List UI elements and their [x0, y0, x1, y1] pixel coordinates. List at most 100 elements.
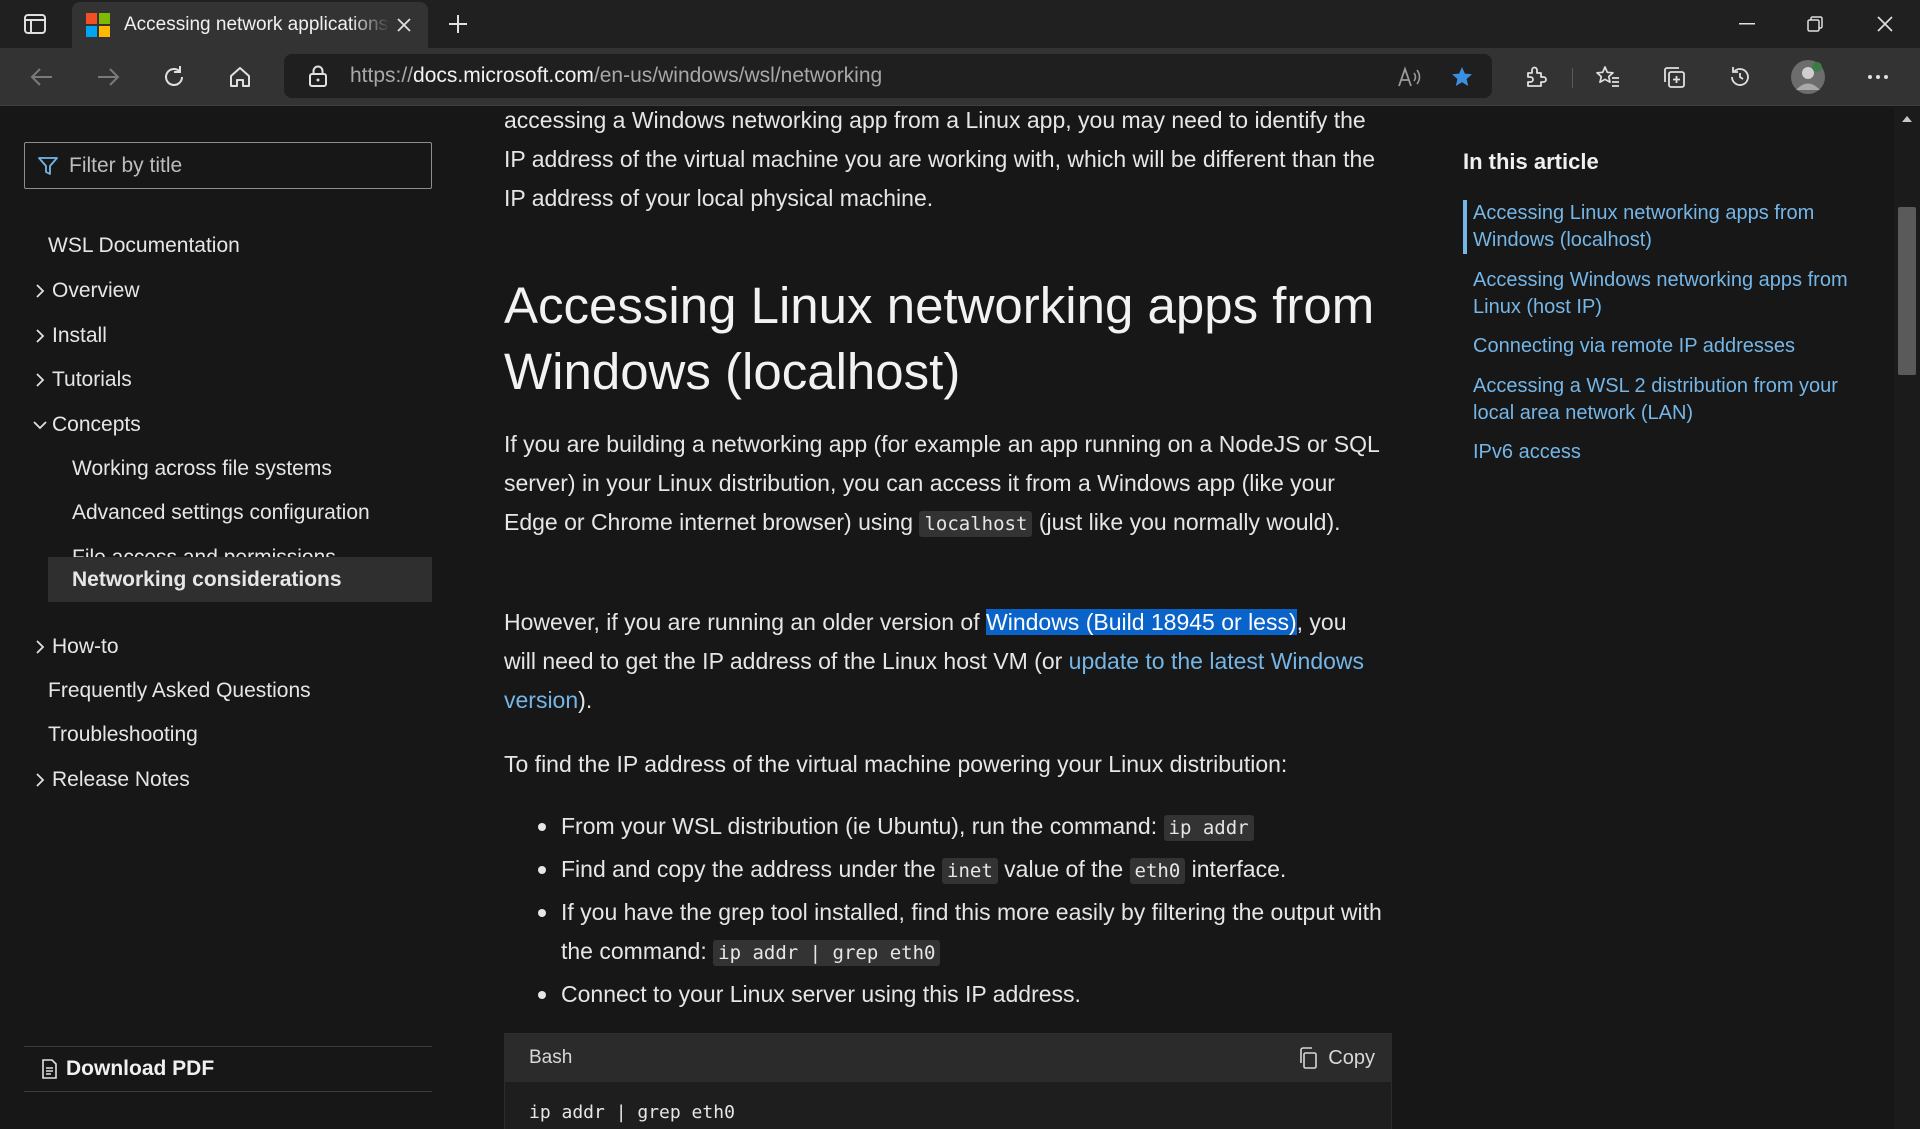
- read-aloud-icon: [1398, 66, 1421, 87]
- browser-tab[interactable]: Accessing network applications with WSL: [72, 2, 428, 48]
- nav-item-release-notes[interactable]: Release Notes: [24, 758, 432, 802]
- list-item-text: From your WSL distribution (ie Ubuntu), …: [561, 813, 1164, 839]
- nav-item-label: WSL Documentation: [48, 234, 240, 257]
- nav-item-networking-considerations[interactable]: Networking considerations: [48, 557, 432, 602]
- minimize-icon: [1739, 23, 1755, 25]
- list-item-text: value of the: [997, 856, 1130, 882]
- favorites-button[interactable]: [1588, 57, 1628, 97]
- inline-code-inet: inet: [942, 858, 998, 884]
- history-icon: [1731, 67, 1749, 86]
- more-dots-icon: [1868, 75, 1888, 79]
- nav-item-label: Release Notes: [52, 768, 190, 791]
- forward-arrow-icon: [98, 68, 120, 86]
- section-heading: Accessing Linux networking apps from Win…: [504, 277, 1375, 400]
- chevron-right-icon[interactable]: [28, 368, 52, 392]
- inline-code-grep: ip addr | grep eth0: [713, 940, 941, 966]
- nav-item-label: Advanced settings configuration: [72, 501, 370, 524]
- code-block-header: Bash Copy: [505, 1034, 1391, 1082]
- nav-item-troubleshooting[interactable]: Troubleshooting: [24, 713, 432, 757]
- chevron-right-icon[interactable]: [28, 279, 52, 303]
- home-button[interactable]: [220, 57, 260, 97]
- history-button[interactable]: [1720, 57, 1760, 97]
- tab-bar: Accessing network applications with WSL: [0, 0, 1920, 48]
- restore-icon: [1807, 16, 1823, 32]
- nav-item-label: Frequently Asked Questions: [48, 679, 311, 702]
- toolbar-separator: [1572, 68, 1573, 88]
- chevron-down-icon[interactable]: [28, 413, 52, 437]
- new-tab-button[interactable]: [442, 10, 474, 38]
- nav-item-label: Concepts: [52, 413, 141, 436]
- address-bar[interactable]: https://docs.microsoft.com/en-us/windows…: [284, 54, 1492, 98]
- profile-button[interactable]: [1788, 57, 1828, 97]
- web-page: Filter by title WSL Documentation Overvi…: [0, 107, 1920, 1129]
- nav-item-tutorials[interactable]: Tutorials: [24, 358, 432, 402]
- close-window-button[interactable]: [1852, 0, 1918, 48]
- tab-actions-button[interactable]: [14, 10, 56, 38]
- nav-item-install[interactable]: Install: [24, 314, 432, 358]
- filter-placeholder: Filter by title: [69, 153, 183, 177]
- chevron-right-icon[interactable]: [28, 768, 52, 792]
- copy-code-button[interactable]: Copy: [1298, 1047, 1375, 1070]
- nav-item-wsl-documentation[interactable]: WSL Documentation: [24, 224, 432, 268]
- table-of-contents-nav: Filter by title WSL Documentation Overvi…: [0, 107, 460, 1129]
- scroll-up-button[interactable]: [1899, 111, 1915, 127]
- in-this-article-title: In this article: [1463, 149, 1599, 174]
- list-item-text: interface.: [1185, 856, 1287, 882]
- toc-link-remote-ip[interactable]: Connecting via remote IP addresses: [1473, 333, 1873, 360]
- list-item: Find and copy the address under the inet…: [504, 850, 1384, 891]
- article-content: accessing a Windows networking app from …: [504, 107, 1392, 1129]
- favorites-icon: [1596, 66, 1619, 87]
- nav-item-faq[interactable]: Frequently Asked Questions: [24, 669, 432, 713]
- toc-link-ipv6[interactable]: IPv6 access: [1473, 439, 1873, 466]
- in-this-article-panel: In this article Accessing Linux networki…: [1463, 107, 1893, 707]
- extensions-button[interactable]: [1516, 57, 1556, 97]
- chevron-right-icon[interactable]: [28, 324, 52, 348]
- collections-button[interactable]: [1654, 57, 1694, 97]
- code-text: ip addr | grep eth0: [529, 1102, 735, 1123]
- favorite-star-button[interactable]: [1442, 57, 1482, 97]
- refresh-icon: [165, 66, 183, 86]
- list-item-text: If you have the grep tool installed, fin…: [561, 899, 1382, 964]
- settings-more-button[interactable]: [1858, 57, 1898, 97]
- back-button[interactable]: [22, 57, 62, 97]
- nav-item-how-to[interactable]: How-to: [24, 625, 432, 669]
- download-pdf-button[interactable]: Download PDF: [24, 1046, 432, 1092]
- toc-link-host-ip[interactable]: Accessing Windows networking apps from L…: [1473, 267, 1873, 321]
- nav-item-overview[interactable]: Overview: [24, 269, 432, 313]
- minimize-button[interactable]: [1714, 0, 1780, 48]
- url-text[interactable]: https://docs.microsoft.com/en-us/windows…: [350, 64, 882, 88]
- refresh-button[interactable]: [154, 57, 194, 97]
- star-filled-icon: [1452, 67, 1472, 86]
- nav-item-concepts[interactable]: Concepts: [24, 403, 432, 447]
- close-window-icon: [1877, 16, 1893, 32]
- list-item-text: Find and copy the address under the: [561, 856, 943, 882]
- toc-link-lan[interactable]: Accessing a WSL 2 distribution from your…: [1473, 373, 1873, 427]
- triangle-up-icon: [1902, 116, 1912, 122]
- plus-icon: [449, 15, 467, 33]
- chevron-right-icon[interactable]: [28, 635, 52, 659]
- nav-item-advanced-settings[interactable]: Advanced settings configuration: [48, 491, 432, 535]
- code-language-label: Bash: [529, 1047, 573, 1068]
- browser-toolbar: https://docs.microsoft.com/en-us/windows…: [0, 48, 1920, 106]
- microsoft-logo-icon: [86, 13, 110, 37]
- list-item: Connect to your Linux server using this …: [504, 975, 1384, 1014]
- steps-list: From your WSL distribution (ie Ubuntu), …: [504, 807, 1384, 1016]
- selected-text[interactable]: Windows (Build 18945 or less): [986, 609, 1297, 635]
- nav-item-label: Tutorials: [52, 368, 132, 391]
- page-scrollbar[interactable]: [1894, 107, 1920, 1129]
- download-pdf-label: Download PDF: [66, 1057, 215, 1080]
- tab-close-button[interactable]: [390, 11, 418, 39]
- paragraph-text: However, if you are running an older ver…: [504, 609, 986, 635]
- nav-item-label: How-to: [52, 635, 119, 658]
- filter-by-title-input[interactable]: Filter by title: [24, 142, 432, 189]
- scrollbar-thumb[interactable]: [1898, 207, 1916, 375]
- code-block: Bash Copy ip addr | grep eth0: [504, 1033, 1392, 1129]
- lock-icon[interactable]: [298, 65, 338, 87]
- restore-button[interactable]: [1782, 0, 1848, 48]
- read-aloud-button[interactable]: [1390, 57, 1430, 97]
- inline-code-ip-addr: ip addr: [1163, 815, 1254, 841]
- pdf-document-icon: [40, 1059, 58, 1079]
- nav-item-working-across-file-systems[interactable]: Working across file systems: [48, 447, 432, 491]
- forward-button[interactable]: [88, 57, 128, 97]
- toc-link-localhost[interactable]: Accessing Linux networking apps from Win…: [1463, 200, 1863, 254]
